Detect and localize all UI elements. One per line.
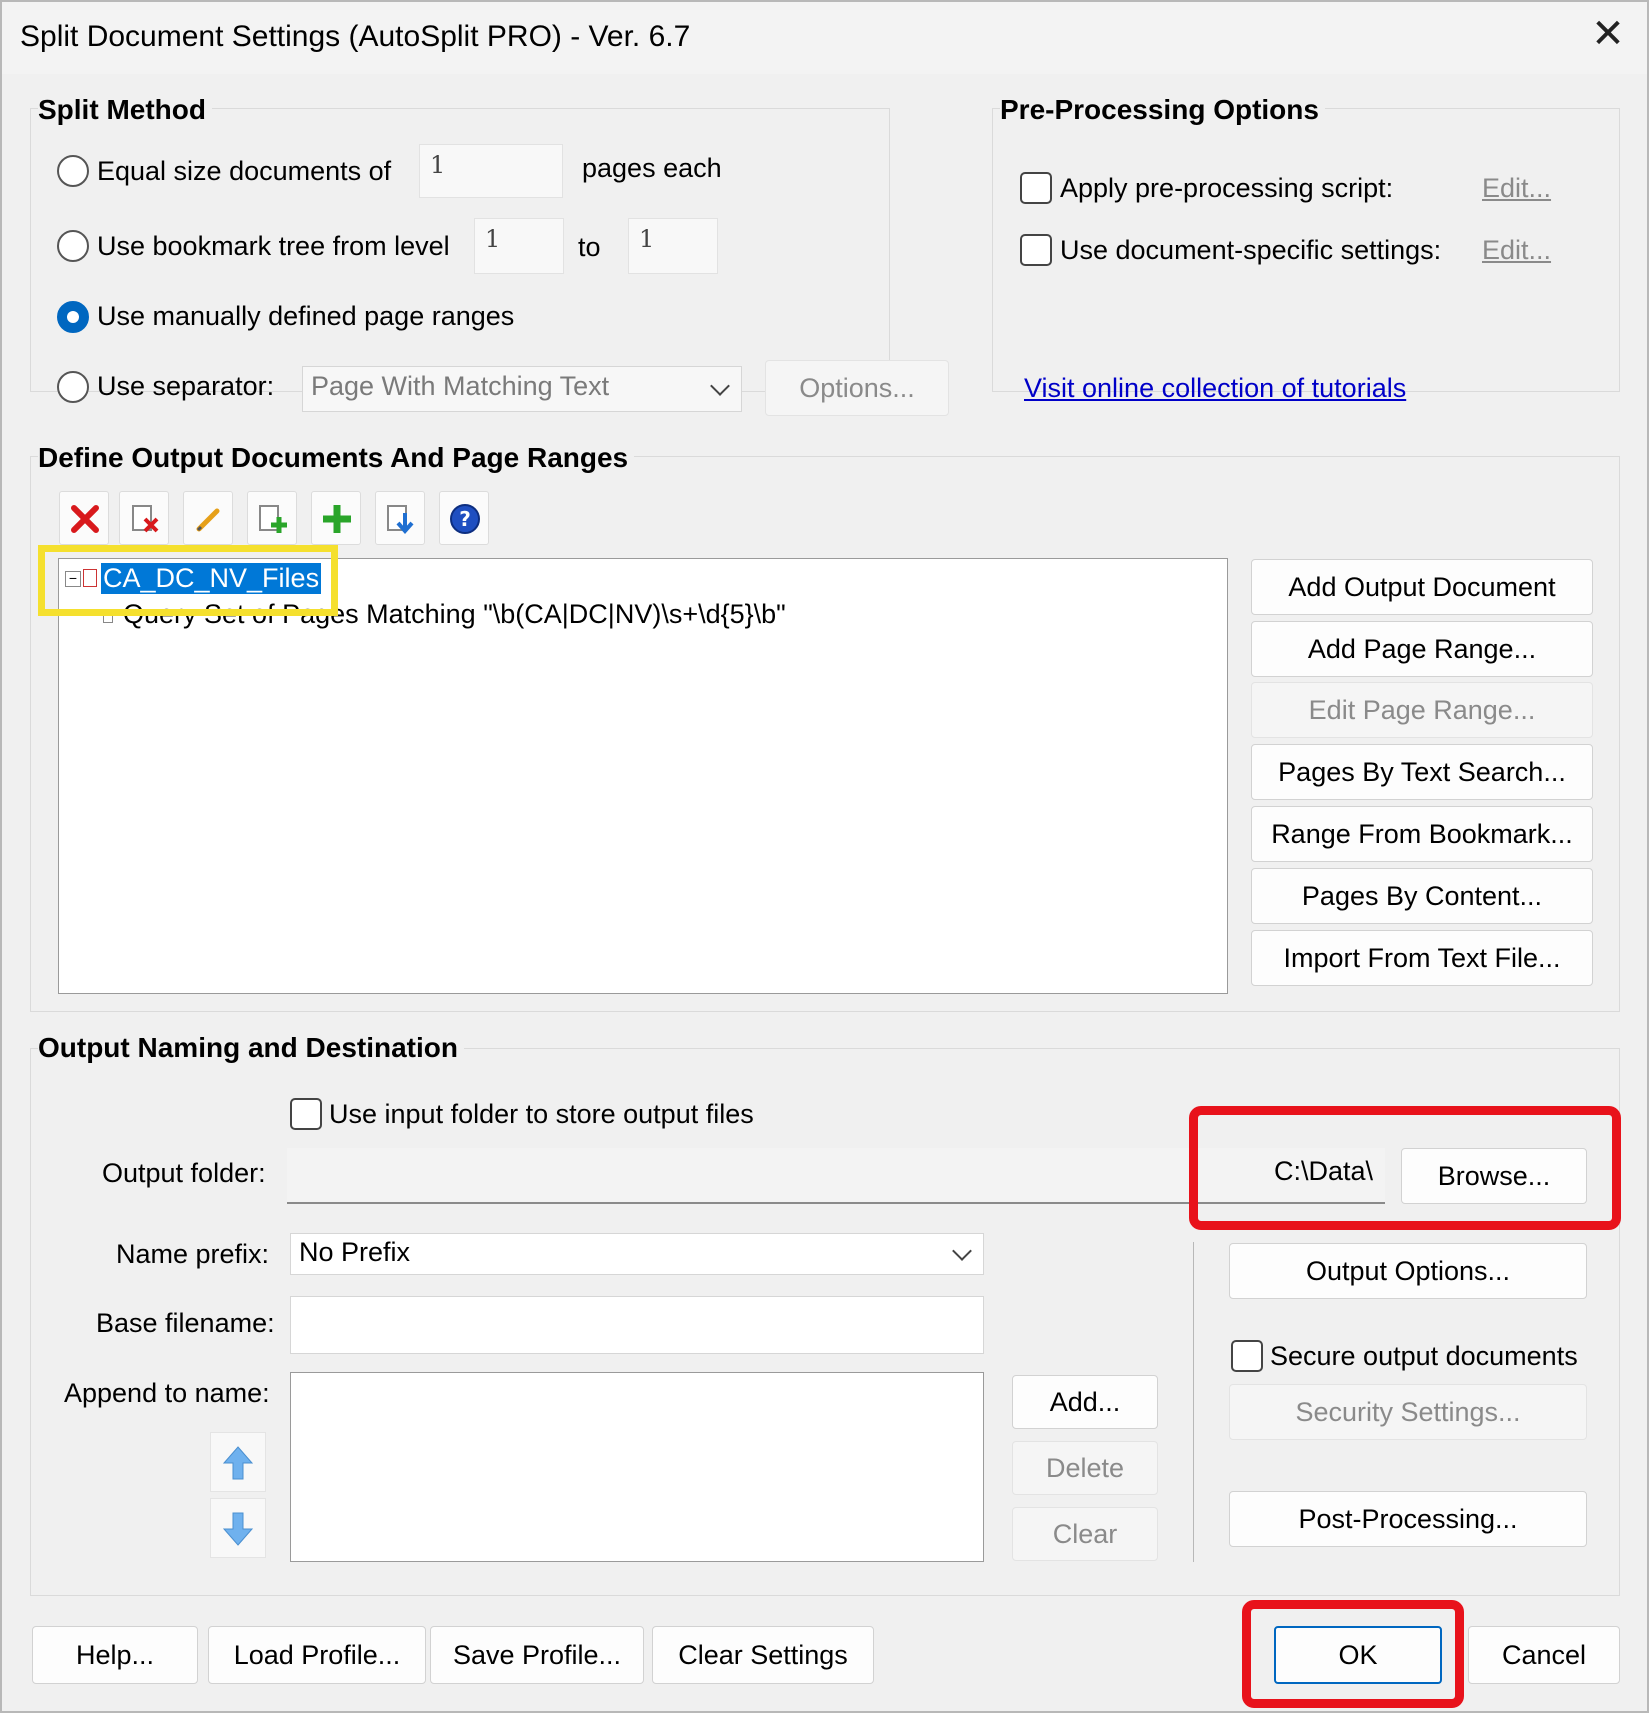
add-button[interactable] (311, 491, 361, 545)
split-settings-dialog: Split Document Settings (AutoSplit PRO) … (0, 0, 1649, 1713)
svg-text:?: ? (459, 507, 471, 531)
name-prefix-label: Name prefix: (116, 1239, 270, 1269)
chevron-down-icon (710, 376, 730, 396)
base-filename-input[interactable] (290, 1296, 984, 1354)
pages-each-label: pages each (582, 153, 722, 183)
post-processing-button[interactable]: Post-Processing... (1229, 1491, 1587, 1547)
clear-settings-button[interactable]: Clear Settings (652, 1626, 874, 1684)
apply-script-checkbox[interactable] (1020, 172, 1052, 204)
load-profile-button[interactable]: Load Profile... (208, 1626, 426, 1684)
red-highlight-browse (1189, 1106, 1621, 1230)
append-to-name-list[interactable] (290, 1372, 984, 1562)
pages-by-text-search-button[interactable]: Pages By Text Search... (1251, 744, 1593, 800)
help-button[interactable]: ? (439, 491, 489, 545)
doc-specific-label: Use document-specific settings: (1060, 235, 1442, 265)
doc-specific-checkbox[interactable] (1020, 234, 1052, 266)
append-to-name-label: Append to name: (64, 1378, 270, 1408)
append-add-button[interactable]: Add... (1012, 1375, 1158, 1429)
edit-button[interactable] (183, 491, 233, 545)
delete-document-icon (132, 505, 159, 533)
separator-label: Use separator: (97, 371, 275, 401)
apply-script-edit-link[interactable]: Edit... (1482, 173, 1551, 204)
split-method-title: Split Method (38, 94, 212, 126)
name-prefix-select[interactable]: No Prefix (290, 1233, 984, 1275)
tutorials-link[interactable]: Visit online collection of tutorials (1024, 373, 1406, 404)
use-input-folder-label: Use input folder to store output files (329, 1099, 754, 1129)
use-input-folder-checkbox[interactable] (290, 1098, 322, 1130)
bookmark-from-input[interactable]: 1 (474, 218, 564, 274)
doc-specific-edit-link[interactable]: Edit... (1482, 235, 1551, 266)
help-footer-button[interactable]: Help... (32, 1626, 198, 1684)
add-document-button[interactable] (247, 491, 297, 545)
bookmark-label: Use bookmark tree from level (97, 231, 450, 261)
arrow-down-icon (222, 1512, 254, 1546)
output-naming-title: Output Naming and Destination (38, 1032, 464, 1064)
secure-output-checkbox[interactable] (1231, 1340, 1263, 1372)
separator-select[interactable]: Page With Matching Text (302, 366, 742, 412)
import-icon (387, 505, 414, 535)
separator-select-value: Page With Matching Text (311, 371, 610, 401)
delete-icon (71, 505, 99, 533)
add-document-icon (259, 505, 287, 533)
window-title: Split Document Settings (AutoSplit PRO) … (20, 20, 691, 53)
append-delete-button[interactable]: Delete (1012, 1441, 1158, 1495)
move-down-button[interactable] (210, 1498, 266, 1558)
apply-script-label: Apply pre-processing script: (1060, 173, 1394, 203)
add-page-range-button[interactable]: Add Page Range... (1251, 621, 1593, 677)
close-icon[interactable]: ✕ (1590, 14, 1626, 54)
radio-separator[interactable] (57, 371, 89, 403)
arrow-up-icon (222, 1446, 254, 1480)
edit-icon (196, 508, 220, 532)
yellow-highlight-box (38, 545, 338, 616)
base-filename-label: Base filename: (96, 1308, 275, 1338)
security-settings-button[interactable]: Security Settings... (1229, 1384, 1587, 1440)
radio-manual-ranges[interactable] (57, 301, 89, 333)
radio-equal-size[interactable] (57, 155, 89, 187)
radio-bookmark[interactable] (57, 230, 89, 262)
chevron-down-icon (952, 1241, 972, 1261)
manual-ranges-label: Use manually defined page ranges (97, 301, 515, 331)
help-icon: ? (450, 504, 480, 534)
separator-options-button[interactable]: Options... (765, 360, 949, 416)
pages-by-content-button[interactable]: Pages By Content... (1251, 868, 1593, 924)
edit-page-range-button[interactable]: Edit Page Range... (1251, 682, 1593, 738)
delete-document-button[interactable] (119, 491, 169, 545)
define-output-title: Define Output Documents And Page Ranges (38, 442, 635, 474)
range-from-bookmark-button[interactable]: Range From Bookmark... (1251, 806, 1593, 862)
add-output-document-button[interactable]: Add Output Document (1251, 559, 1593, 615)
vertical-divider (1193, 1242, 1194, 1562)
red-highlight-ok (1242, 1600, 1464, 1708)
output-folder-label: Output folder: (102, 1158, 266, 1188)
append-clear-button[interactable]: Clear (1012, 1507, 1158, 1561)
to-label: to (578, 232, 601, 262)
equal-size-label: Equal size documents of (97, 156, 392, 186)
save-profile-button[interactable]: Save Profile... (430, 1626, 644, 1684)
bookmark-to-input[interactable]: 1 (628, 218, 718, 274)
equal-size-input[interactable]: 1 (419, 144, 563, 198)
title-bar: Split Document Settings (AutoSplit PRO) … (2, 2, 1647, 74)
preprocessing-title: Pre-Processing Options (1000, 94, 1325, 126)
secure-output-label: Secure output documents (1270, 1341, 1578, 1371)
delete-button[interactable] (59, 491, 109, 545)
move-up-button[interactable] (210, 1432, 266, 1492)
output-tree[interactable]: − CA_DC_NV_Files Query Set of Pages Matc… (58, 558, 1228, 994)
cancel-button[interactable]: Cancel (1468, 1626, 1620, 1684)
add-icon (323, 505, 351, 533)
name-prefix-value: No Prefix (299, 1237, 411, 1267)
import-from-text-file-button[interactable]: Import From Text File... (1251, 930, 1593, 986)
import-button[interactable] (375, 491, 425, 545)
output-options-button[interactable]: Output Options... (1229, 1243, 1587, 1299)
